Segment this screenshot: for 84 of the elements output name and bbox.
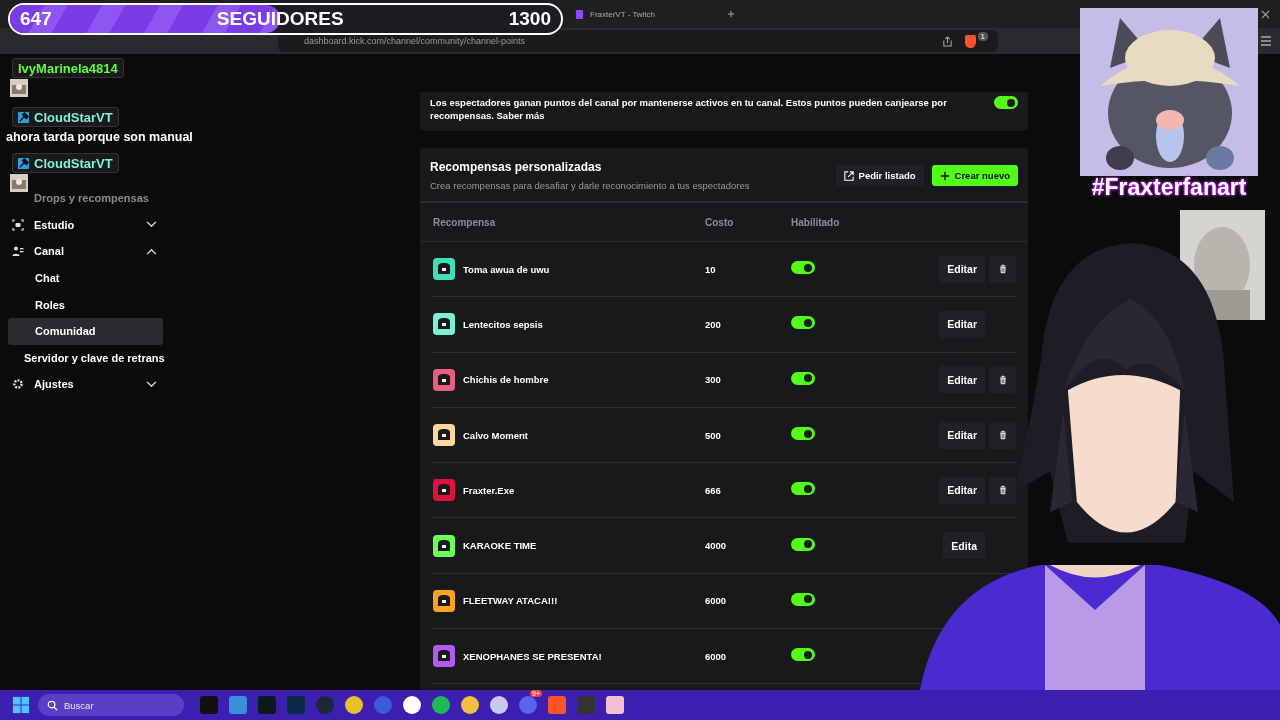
external-link-icon — [843, 170, 854, 181]
trash-icon — [998, 430, 1007, 441]
sidebar-item[interactable]: Servidor y clave de retrans — [8, 344, 178, 372]
reward-cost: 10 — [705, 263, 717, 275]
app-icon[interactable] — [345, 696, 363, 714]
column-header: Recompensa — [433, 216, 497, 228]
sidebar-item[interactable]: Ajustes — [8, 371, 163, 398]
sidebar-item[interactable]: Drops y recompensas — [8, 185, 163, 212]
goal-current: 647 — [20, 8, 52, 30]
create-button[interactable]: Crear nuevo — [931, 165, 1018, 186]
app-icon[interactable] — [461, 696, 479, 714]
reward-name: XENOPHANES SE PRESENTA! — [463, 650, 602, 662]
reward-name: Chichis de hombre — [463, 374, 549, 386]
address-bar[interactable]: dashboard.kick.com/channel/community/channel-points 1 — [278, 30, 998, 52]
section-title: Recompensas personalizadas — [430, 160, 603, 174]
toggle-switch[interactable] — [994, 96, 1018, 109]
reward-cost: 300 — [705, 374, 722, 386]
windows-icon[interactable] — [12, 696, 30, 714]
reward-name: FLEETWAY ATACA!!! — [463, 595, 558, 607]
chat-username: CloudStarVT — [12, 153, 119, 173]
sidebar-subitem[interactable]: Chat — [8, 264, 163, 292]
edit-button[interactable]: Editar — [939, 421, 985, 449]
edit-button[interactable]: Editar — [939, 310, 985, 338]
section-subtitle: Crea recompensas para desafiar y darle reconocimiento a tus espectadores — [430, 180, 751, 191]
reward-name: Lentecitos sepsis — [463, 318, 543, 330]
app-icon[interactable] — [490, 696, 508, 714]
trash-icon — [998, 374, 1007, 385]
settings-icon — [12, 378, 24, 391]
hashtag-caption: #Fraxterfanart — [1091, 174, 1247, 201]
toggle-switch[interactable] — [791, 316, 815, 330]
edit-button[interactable]: Edita — [943, 532, 985, 560]
edit-button[interactable]: Editar — [939, 476, 985, 504]
delete-button[interactable] — [989, 421, 1016, 449]
edit-button[interactable]: Editar — [939, 366, 985, 394]
search-field[interactable]: Buscar — [38, 694, 184, 716]
reward-cost: 500 — [705, 429, 722, 441]
share-icon[interactable] — [941, 35, 953, 47]
app-icon[interactable] — [403, 696, 421, 714]
goal-target: 1300 — [508, 8, 551, 30]
toggle-switch[interactable] — [791, 427, 815, 441]
chat-message: ahora tarda porque son manual — [6, 130, 193, 144]
sidebar-subitem[interactable]: Comunidad — [8, 317, 163, 345]
delete-button[interactable] — [989, 255, 1016, 283]
trash-icon — [998, 485, 1007, 496]
plus-icon — [939, 170, 950, 181]
close-icon[interactable] — [1261, 9, 1270, 19]
chat-username: CloudStarVT — [12, 107, 119, 127]
reward-cost: 4000 — [705, 540, 728, 552]
chat-username: IvyMarinela4814 — [12, 58, 124, 78]
browser-tab[interactable]: FraxterVT - Twitch — [575, 9, 715, 19]
points-description: Los espectadores ganan puntos del canal por mantenerse activos en tu canal. Estos puntos pueden canjearse por recompensas. Saber más — [430, 96, 948, 122]
tab-title: FraxterVT - Twitch — [590, 9, 656, 19]
reward-name: Fraxter.Exe — [463, 484, 515, 496]
extension-badge: 1 — [977, 32, 988, 41]
column-header: Costo — [705, 216, 735, 228]
trash-icon — [998, 264, 1007, 275]
reward-cost: 666 — [705, 484, 722, 496]
delete-button[interactable] — [989, 476, 1016, 504]
toggle-switch[interactable] — [791, 261, 815, 275]
reward-cost: 6000 — [705, 650, 728, 662]
sidebar-item[interactable]: Canal — [8, 238, 163, 265]
search-icon — [47, 699, 58, 711]
menu-icon[interactable] — [1260, 36, 1272, 46]
reward-cost: 6000 — [705, 595, 728, 607]
toggle-switch[interactable] — [791, 592, 815, 606]
toggle-switch[interactable] — [791, 537, 815, 551]
sidebar-item[interactable]: Estudio — [8, 211, 163, 239]
toggle-switch[interactable] — [791, 482, 815, 496]
tab-favicon-icon — [575, 9, 584, 19]
toggle-switch[interactable] — [791, 371, 815, 385]
users-icon — [12, 245, 24, 258]
plus-icon[interactable] — [727, 10, 735, 18]
request-list-button[interactable]: Pedir listado — [835, 165, 924, 186]
reward-cost: 200 — [705, 318, 722, 330]
column-header: Habilitado — [791, 216, 841, 228]
reward-name: KARAOKE TIME — [463, 540, 537, 552]
sidebar-subitem[interactable]: Roles — [8, 291, 163, 318]
reward-name: Calvo Moment — [463, 429, 528, 441]
reward-name: Toma awua de uwu — [463, 263, 550, 275]
edit-button[interactable]: Editar — [939, 255, 985, 283]
toggle-switch[interactable] — [791, 648, 815, 662]
lion-shield-icon[interactable] — [964, 34, 976, 48]
camera-frame-icon — [12, 218, 24, 231]
delete-button[interactable] — [989, 366, 1016, 394]
